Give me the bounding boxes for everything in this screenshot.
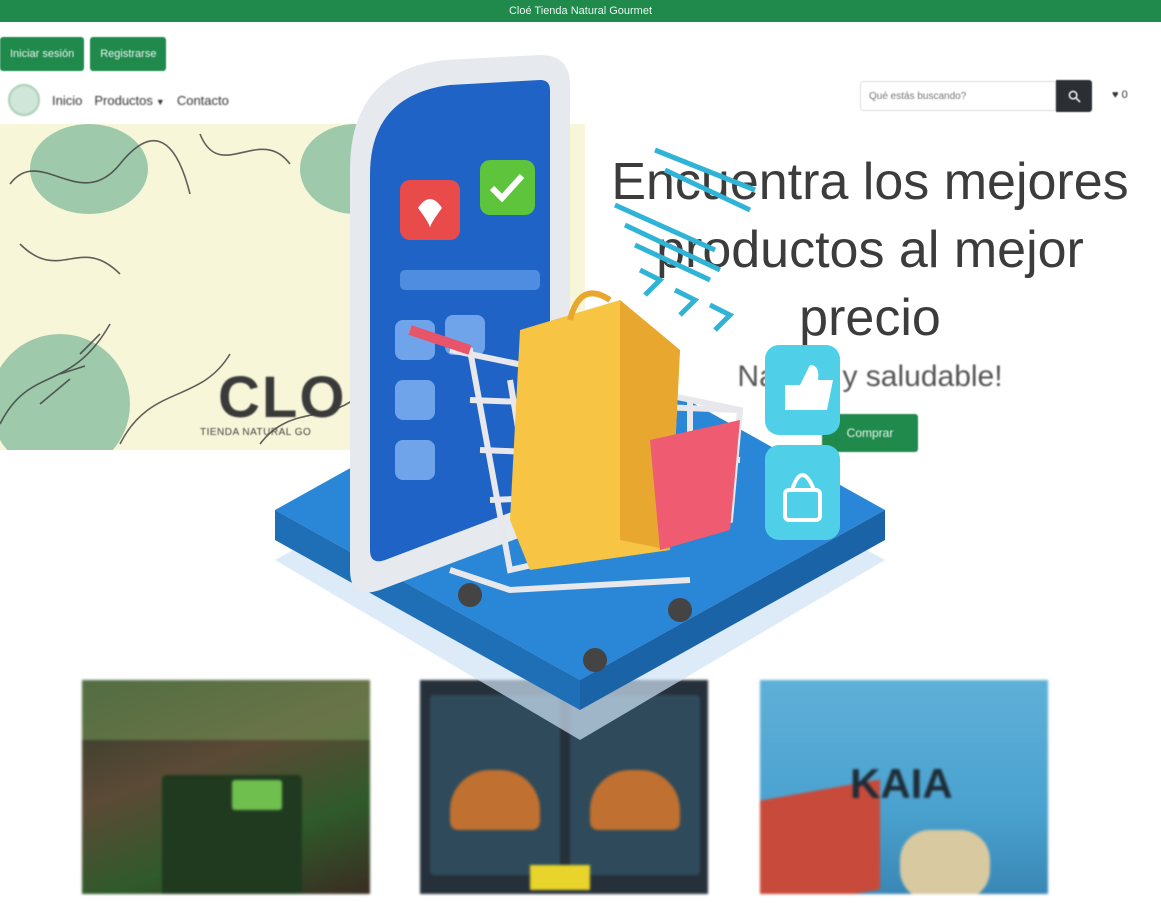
auth-buttons: Iniciar sesión Registrarse	[0, 37, 167, 71]
chevron-down-icon: ▼	[155, 96, 165, 107]
nav-item-contacto[interactable]: Contacto	[177, 93, 229, 108]
thumbs-up-icon	[765, 345, 840, 435]
main-nav: Inicio Productos ▼ Contacto	[8, 84, 229, 116]
nav-item-productos[interactable]: Productos ▼	[94, 93, 164, 108]
lock-icon	[765, 445, 840, 540]
favorites-count: 0	[1121, 89, 1128, 101]
speed-lines-icon	[613, 147, 756, 332]
heart-icon: ♥	[1112, 89, 1119, 101]
favorites-counter[interactable]: ♥ 0	[1112, 89, 1128, 101]
search-button[interactable]	[1056, 80, 1092, 112]
shopping-cart-illustration	[275, 55, 885, 740]
site-logo[interactable]	[8, 84, 40, 116]
shopping-bag-icon	[510, 290, 680, 570]
nav-item-inicio[interactable]: Inicio	[52, 93, 82, 108]
nav-item-productos-label: Productos	[94, 92, 153, 108]
top-announcement-bar: Cloé Tienda Natural Gourmet	[0, 0, 1161, 22]
topbar-text: Cloé Tienda Natural Gourmet	[508, 5, 653, 17]
login-button[interactable]: Iniciar sesión	[0, 37, 85, 71]
search-icon	[1068, 90, 1081, 103]
product-card-3-label: KAIA	[850, 760, 953, 807]
register-button[interactable]: Registrarse	[90, 37, 167, 71]
